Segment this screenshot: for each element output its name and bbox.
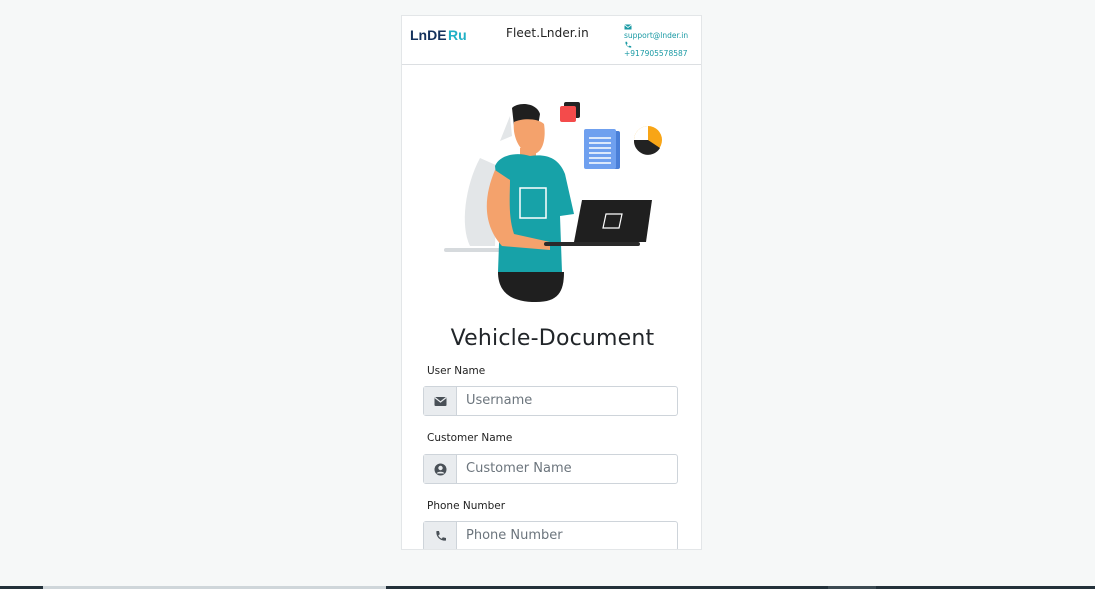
envelope-icon: [624, 24, 632, 30]
username-input[interactable]: Username: [466, 393, 532, 408]
phone-number-label: Phone Number: [427, 500, 506, 512]
username-label: User Name: [427, 365, 486, 377]
envelope-icon: [433, 396, 447, 406]
support-email-link[interactable]: support@lnder.in: [624, 31, 688, 40]
svg-text:LnDE: LnDE: [410, 27, 447, 43]
page-heading: Vehicle-Document: [450, 326, 655, 351]
person-laptop-illustration: [444, 102, 662, 302]
phone-icon: [625, 41, 632, 48]
contact-info: support@lnder.in +917905578587: [624, 23, 688, 59]
user-circle-icon: [434, 463, 446, 475]
username-field[interactable]: Username: [423, 386, 678, 416]
phone-number-prefix: [424, 522, 457, 549]
support-phone-link[interactable]: +917905578587: [624, 49, 688, 58]
phone-icon: [435, 530, 446, 541]
svg-text:Ru: Ru: [448, 27, 466, 43]
top-bar: LnDE Ru Fleet.Lnder.in support@lnder.in …: [402, 16, 701, 65]
site-title: Fleet.Lnder.in: [506, 26, 589, 40]
form-card: LnDE Ru Fleet.Lnder.in support@lnder.in …: [401, 15, 702, 550]
customer-name-input[interactable]: Customer Name: [466, 461, 572, 476]
customer-name-label: Customer Name: [427, 432, 513, 444]
phone-number-input[interactable]: Phone Number: [466, 528, 563, 543]
phone-number-field[interactable]: Phone Number: [423, 521, 678, 549]
customer-name-prefix: [424, 455, 457, 483]
username-prefix: [424, 387, 457, 415]
lnder-logo[interactable]: LnDE Ru: [410, 26, 466, 44]
customer-name-field[interactable]: Customer Name: [423, 454, 678, 484]
